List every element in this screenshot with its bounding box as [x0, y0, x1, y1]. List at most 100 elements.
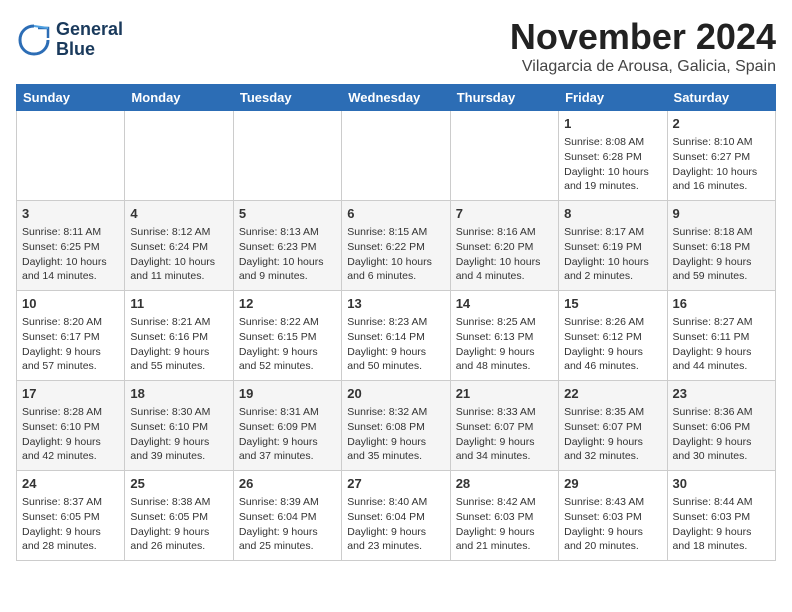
day-info: Sunrise: 8:42 AM Sunset: 6:03 PM Dayligh… — [456, 495, 553, 554]
calendar-header-row: SundayMondayTuesdayWednesdayThursdayFrid… — [17, 85, 776, 111]
title-area: November 2024 Vilagarcia de Arousa, Gali… — [510, 16, 776, 76]
calendar-cell: 13 Sunrise: 8:23 AM Sunset: 6:14 PM Dayli… — [342, 291, 450, 381]
calendar-cell — [17, 111, 125, 201]
calendar-cell: 14 Sunrise: 8:25 AM Sunset: 6:13 PM Dayli… — [450, 291, 558, 381]
day-info: Sunrise: 8:44 AM Sunset: 6:03 PM Dayligh… — [673, 495, 770, 554]
calendar-cell — [450, 111, 558, 201]
day-number: 23 — [673, 385, 770, 403]
day-info: Sunrise: 8:27 AM Sunset: 6:11 PM Dayligh… — [673, 315, 770, 374]
day-info: Sunrise: 8:11 AM Sunset: 6:25 PM Dayligh… — [22, 225, 119, 284]
day-number: 25 — [130, 475, 227, 493]
calendar-cell: 22Sunrise: 8:35 AM Sunset: 6:07 PM Dayli… — [559, 381, 667, 471]
column-header-saturday: Saturday — [667, 85, 775, 111]
day-number: 6 — [347, 205, 444, 223]
day-number: 7 — [456, 205, 553, 223]
day-info: Sunrise: 8:18 AM Sunset: 6:18 PM Dayligh… — [673, 225, 770, 284]
day-number: 8 — [564, 205, 661, 223]
column-header-sunday: Sunday — [17, 85, 125, 111]
calendar-cell — [125, 111, 233, 201]
calendar-cell — [233, 111, 341, 201]
logo-line2: Blue — [56, 40, 123, 60]
column-header-monday: Monday — [125, 85, 233, 111]
day-info: Sunrise: 8:15 AM Sunset: 6:22 PM Dayligh… — [347, 225, 444, 284]
calendar-cell: 6 Sunrise: 8:15 AM Sunset: 6:22 PM Daylig… — [342, 201, 450, 291]
day-number: 13 — [347, 295, 444, 313]
day-number: 21 — [456, 385, 553, 403]
day-number: 28 — [456, 475, 553, 493]
day-number: 19 — [239, 385, 336, 403]
calendar-week-row: 17 Sunrise: 8:28 AM Sunset: 6:10 PM Dayli… — [17, 381, 776, 471]
calendar-week-row: 10 Sunrise: 8:20 AM Sunset: 6:17 PM Dayli… — [17, 291, 776, 381]
month-title: November 2024 — [510, 16, 776, 58]
calendar-cell: 18Sunrise: 8:30 AM Sunset: 6:10 PM Dayli… — [125, 381, 233, 471]
day-info: Sunrise: 8:12 AM Sunset: 6:24 PM Dayligh… — [130, 225, 227, 284]
day-number: 27 — [347, 475, 444, 493]
day-info: Sunrise: 8:08 AM Sunset: 6:28 PM Dayligh… — [564, 135, 661, 194]
day-number: 29 — [564, 475, 661, 493]
calendar-cell: 21 Sunrise: 8:33 AM Sunset: 6:07 PM Dayli… — [450, 381, 558, 471]
day-info: Sunrise: 8:38 AM Sunset: 6:05 PM Dayligh… — [130, 495, 227, 554]
day-number: 12 — [239, 295, 336, 313]
page-header: General Blue November 2024 Vilagarcia de… — [16, 16, 776, 76]
calendar-cell: 29 Sunrise: 8:43 AM Sunset: 6:03 PM Dayli… — [559, 471, 667, 561]
calendar-cell: 5Sunrise: 8:13 AM Sunset: 6:23 PM Daylig… — [233, 201, 341, 291]
day-number: 5 — [239, 205, 336, 223]
calendar-cell: 3Sunrise: 8:11 AM Sunset: 6:25 PM Daylig… — [17, 201, 125, 291]
day-number: 17 — [22, 385, 119, 403]
calendar-cell: 28 Sunrise: 8:42 AM Sunset: 6:03 PM Dayli… — [450, 471, 558, 561]
calendar-cell: 25 Sunrise: 8:38 AM Sunset: 6:05 PM Dayli… — [125, 471, 233, 561]
day-info: Sunrise: 8:25 AM Sunset: 6:13 PM Dayligh… — [456, 315, 553, 374]
calendar-cell: 15Sunrise: 8:26 AM Sunset: 6:12 PM Dayli… — [559, 291, 667, 381]
day-number: 9 — [673, 205, 770, 223]
calendar-cell: 16 Sunrise: 8:27 AM Sunset: 6:11 PM Dayli… — [667, 291, 775, 381]
calendar-cell: 26Sunrise: 8:39 AM Sunset: 6:04 PM Dayli… — [233, 471, 341, 561]
calendar-cell: 4 Sunrise: 8:12 AM Sunset: 6:24 PM Daylig… — [125, 201, 233, 291]
day-info: Sunrise: 8:16 AM Sunset: 6:20 PM Dayligh… — [456, 225, 553, 284]
calendar-cell: 8 Sunrise: 8:17 AM Sunset: 6:19 PM Daylig… — [559, 201, 667, 291]
day-number: 10 — [22, 295, 119, 313]
column-header-friday: Friday — [559, 85, 667, 111]
day-number: 1 — [564, 115, 661, 133]
day-number: 16 — [673, 295, 770, 313]
day-number: 20 — [347, 385, 444, 403]
day-info: Sunrise: 8:40 AM Sunset: 6:04 PM Dayligh… — [347, 495, 444, 554]
calendar-cell — [342, 111, 450, 201]
day-info: Sunrise: 8:35 AM Sunset: 6:07 PM Dayligh… — [564, 405, 661, 464]
day-number: 11 — [130, 295, 227, 313]
day-info: Sunrise: 8:31 AM Sunset: 6:09 PM Dayligh… — [239, 405, 336, 464]
calendar-week-row: 24 Sunrise: 8:37 AM Sunset: 6:05 PM Dayli… — [17, 471, 776, 561]
day-number: 15 — [564, 295, 661, 313]
day-info: Sunrise: 8:32 AM Sunset: 6:08 PM Dayligh… — [347, 405, 444, 464]
column-header-thursday: Thursday — [450, 85, 558, 111]
day-number: 24 — [22, 475, 119, 493]
day-info: Sunrise: 8:23 AM Sunset: 6:14 PM Dayligh… — [347, 315, 444, 374]
logo-line1: General — [56, 20, 123, 40]
calendar-cell: 19 Sunrise: 8:31 AM Sunset: 6:09 PM Dayli… — [233, 381, 341, 471]
day-info: Sunrise: 8:43 AM Sunset: 6:03 PM Dayligh… — [564, 495, 661, 554]
calendar-table: SundayMondayTuesdayWednesdayThursdayFrid… — [16, 84, 776, 561]
column-header-wednesday: Wednesday — [342, 85, 450, 111]
logo: General Blue — [16, 20, 123, 60]
day-number: 4 — [130, 205, 227, 223]
calendar-cell: 27 Sunrise: 8:40 AM Sunset: 6:04 PM Dayli… — [342, 471, 450, 561]
day-info: Sunrise: 8:28 AM Sunset: 6:10 PM Dayligh… — [22, 405, 119, 464]
day-number: 18 — [130, 385, 227, 403]
day-number: 14 — [456, 295, 553, 313]
day-info: Sunrise: 8:37 AM Sunset: 6:05 PM Dayligh… — [22, 495, 119, 554]
calendar-body: 1 Sunrise: 8:08 AM Sunset: 6:28 PM Daylig… — [17, 111, 776, 561]
day-info: Sunrise: 8:33 AM Sunset: 6:07 PM Dayligh… — [456, 405, 553, 464]
day-info: Sunrise: 8:21 AM Sunset: 6:16 PM Dayligh… — [130, 315, 227, 374]
calendar-cell: 11 Sunrise: 8:21 AM Sunset: 6:16 PM Dayli… — [125, 291, 233, 381]
calendar-cell: 30Sunrise: 8:44 AM Sunset: 6:03 PM Dayli… — [667, 471, 775, 561]
calendar-cell: 20 Sunrise: 8:32 AM Sunset: 6:08 PM Dayli… — [342, 381, 450, 471]
day-info: Sunrise: 8:20 AM Sunset: 6:17 PM Dayligh… — [22, 315, 119, 374]
logo-text: General Blue — [56, 20, 123, 60]
calendar-cell: 2Sunrise: 8:10 AM Sunset: 6:27 PM Daylig… — [667, 111, 775, 201]
calendar-cell: 12 Sunrise: 8:22 AM Sunset: 6:15 PM Dayli… — [233, 291, 341, 381]
day-info: Sunrise: 8:17 AM Sunset: 6:19 PM Dayligh… — [564, 225, 661, 284]
day-number: 26 — [239, 475, 336, 493]
calendar-cell: 23 Sunrise: 8:36 AM Sunset: 6:06 PM Dayli… — [667, 381, 775, 471]
calendar-cell: 24 Sunrise: 8:37 AM Sunset: 6:05 PM Dayli… — [17, 471, 125, 561]
day-info: Sunrise: 8:36 AM Sunset: 6:06 PM Dayligh… — [673, 405, 770, 464]
day-info: Sunrise: 8:22 AM Sunset: 6:15 PM Dayligh… — [239, 315, 336, 374]
